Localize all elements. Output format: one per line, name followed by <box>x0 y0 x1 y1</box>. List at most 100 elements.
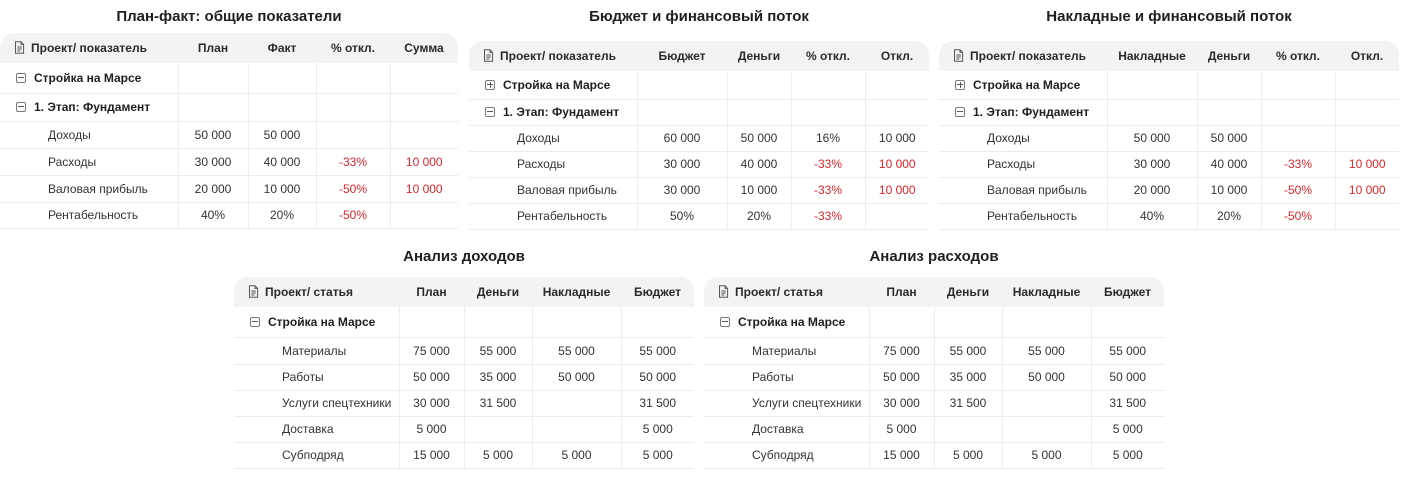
value-cell: 60 000 <box>636 125 727 152</box>
value-cell: 55 000 <box>1090 337 1164 365</box>
table-row: Рентабельность 40% 20% -50% <box>0 202 458 229</box>
value-cell: 55 000 <box>1001 337 1091 365</box>
collapse-toggle-icon[interactable] <box>16 72 26 83</box>
value-cell: -33% <box>790 177 865 204</box>
collapse-toggle-icon[interactable] <box>16 101 26 112</box>
document-icon <box>15 41 25 54</box>
panel-title: Анализ доходов <box>403 248 525 265</box>
value-cell <box>1001 307 1091 338</box>
expand-toggle-icon[interactable] <box>485 79 495 90</box>
collapse-toggle-icon[interactable] <box>250 316 260 327</box>
column-header-label: Факт <box>267 41 297 55</box>
table-row: Материалы 75 000 55 000 55 000 55 000 <box>704 337 1164 365</box>
row-label-cell: Расходы <box>0 148 178 176</box>
column-header-project: Проект/ статья <box>234 277 399 307</box>
value-cell: 31 500 <box>933 390 1002 417</box>
collapse-toggle-icon[interactable] <box>485 106 495 117</box>
table-row: Доходы 50 000 50 000 <box>0 121 458 149</box>
value-cell: 30 000 <box>636 177 727 204</box>
value-cell: 40 000 <box>1196 151 1261 178</box>
value-cell <box>389 202 458 229</box>
column-header-label: % откл. <box>330 41 376 55</box>
cell-value: 15 000 <box>413 448 450 462</box>
cell-value: 10 000 <box>1210 183 1248 197</box>
column-header: Накладные <box>532 277 621 307</box>
value-cell: 10 000 <box>726 177 791 204</box>
panel-income-analysis: Анализ доходов Проект/ статья План Деньги Н… <box>234 242 694 469</box>
table-row: Субподряд 15 000 5 000 5 000 5 000 <box>234 442 694 469</box>
cell-value: 10 000 <box>740 183 778 197</box>
panel-title: Бюджет и финансовый поток <box>589 8 809 25</box>
column-header: Деньги <box>1197 41 1261 71</box>
tree-group-row: Стройка на Марсе <box>939 71 1399 100</box>
row-label-cell: Доходы <box>0 121 178 149</box>
value-cell: 40% <box>1106 203 1197 230</box>
value-cell: 10 000 <box>864 177 929 204</box>
cell-value: 5 000 <box>1112 448 1143 462</box>
collapse-toggle-icon[interactable] <box>955 106 965 117</box>
column-header-label: Проект/ показатель <box>31 40 147 55</box>
expand-toggle-icon[interactable] <box>955 79 965 90</box>
cell-value: 40% <box>200 208 226 222</box>
row-label-cell: Доходы <box>939 125 1107 152</box>
value-cell: 5 000 <box>933 442 1002 469</box>
panel-budget-cashflow: Бюджет и финансовый поток Проект/ показа… <box>469 2 929 230</box>
value-cell: 5 000 <box>868 416 934 443</box>
cell-value: 30 000 <box>413 396 450 410</box>
value-cell <box>726 71 791 100</box>
value-cell <box>1106 99 1197 126</box>
row-label-cell: Рентабельность <box>939 203 1107 230</box>
row-label-cell: Стройка на Марсе <box>704 307 869 338</box>
table-row: Доходы 60 000 50 000 16% 10 000 <box>469 125 929 152</box>
column-header-project: Проект/ статья <box>704 277 869 307</box>
data-table: Проект/ статья План Деньги Накладные Бюджет С… <box>234 277 694 469</box>
value-cell: 50 000 <box>726 125 791 152</box>
row-label: Материалы <box>752 343 817 358</box>
value-cell: 31 500 <box>1090 390 1164 417</box>
value-cell: 30 000 <box>398 390 464 417</box>
row-label: Расходы <box>517 157 566 171</box>
cell-value: 31 500 <box>639 396 677 410</box>
panel-title: Анализ расходов <box>869 248 999 265</box>
table-row: Доставка 5 000 5 000 <box>704 416 1164 443</box>
column-header: Бюджет <box>1091 277 1164 307</box>
value-cell: 30 000 <box>177 148 248 176</box>
value-cell: 20% <box>247 202 316 229</box>
collapse-toggle-icon[interactable] <box>720 316 730 327</box>
row-label: Рентабельность <box>517 209 608 223</box>
cell-value: 16% <box>815 131 841 145</box>
row-label-cell: Расходы <box>939 151 1107 178</box>
cell-value: 40% <box>1139 209 1165 223</box>
value-cell <box>389 63 458 94</box>
column-header-label: План <box>416 285 447 299</box>
row-label: Доставка <box>752 422 804 436</box>
value-cell <box>531 416 621 443</box>
row-label: Доходы <box>517 131 560 145</box>
row-label-cell: Доходы <box>469 125 637 152</box>
column-header: % откл. <box>1261 41 1335 71</box>
cell-value: 10 000 <box>878 183 916 197</box>
column-header-label: План <box>197 41 229 55</box>
value-cell: -33% <box>790 151 865 178</box>
column-header-label: Деньги <box>946 285 990 299</box>
tree-group-row: Стройка на Марсе <box>704 307 1164 338</box>
row-label-cell: Доставка <box>234 416 399 443</box>
value-cell: 50 000 <box>620 364 694 391</box>
column-header: Деньги <box>727 41 791 71</box>
row-label-cell: Субподряд <box>704 442 869 469</box>
column-header-label: Сумма <box>404 41 444 55</box>
cell-value: 50 000 <box>263 127 301 142</box>
value-cell: 50 000 <box>247 121 316 149</box>
cell-value: -33% <box>813 209 842 223</box>
document-icon <box>719 285 729 298</box>
value-cell <box>1334 203 1399 230</box>
row-label-cell: Работы <box>234 364 399 391</box>
value-cell: -50% <box>315 175 390 203</box>
cell-value: 50 000 <box>558 370 595 384</box>
tree-group-row: 1. Этап: Фундамент <box>0 93 458 122</box>
column-header-label: План <box>886 285 917 299</box>
value-cell: 20 000 <box>177 175 248 203</box>
row-label: Доставка <box>282 422 334 436</box>
cell-value: 10 000 <box>1348 157 1386 171</box>
value-cell <box>726 99 791 126</box>
